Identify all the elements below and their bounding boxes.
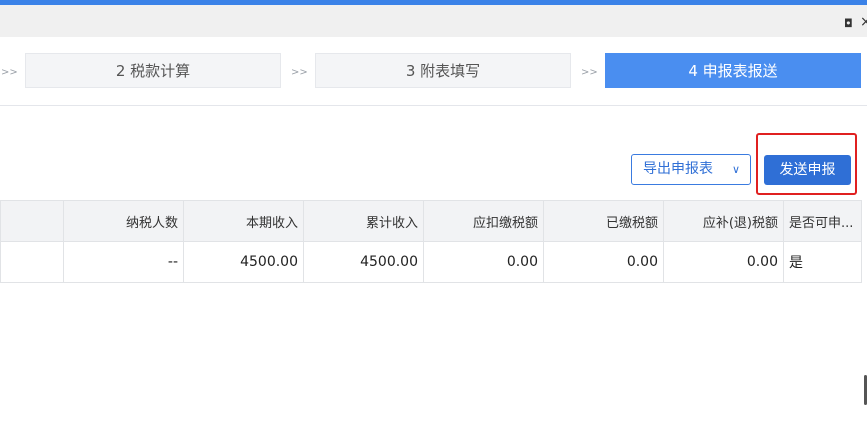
export-declaration-dropdown[interactable]: 导出申报表 ∨ xyxy=(631,154,751,185)
step-attachment-fill[interactable]: 3 附表填写 xyxy=(315,53,571,88)
cell-current-income: 4500.00 xyxy=(183,241,304,283)
highlight-box xyxy=(756,133,857,195)
cell-taxpayer-count: -- xyxy=(63,241,184,283)
table-header-row: 纳税人数 本期收入 累计收入 应扣缴税额 已缴税额 应补(退)税额 是否可申..… xyxy=(0,200,862,242)
table-row[interactable]: -- 4500.00 4500.00 0.00 0.00 0.00 是 xyxy=(0,241,862,283)
header-deductible-tax[interactable]: 应扣缴税额 xyxy=(423,200,544,242)
declaration-table: 纳税人数 本期收入 累计收入 应扣缴税额 已缴税额 应补(退)税额 是否可申..… xyxy=(0,200,862,283)
cell-cumulative-income: 4500.00 xyxy=(303,241,424,283)
cell-can-declare: 是 xyxy=(783,241,862,283)
cell-paid-tax: 0.00 xyxy=(543,241,664,283)
header-taxpayer-count[interactable]: 纳税人数 xyxy=(63,200,184,242)
close-icon[interactable]: × xyxy=(860,14,867,30)
step-declaration-submit[interactable]: 4 申报表报送 xyxy=(605,53,861,88)
step-separator: >> xyxy=(581,67,598,78)
cell-refund-tax: 0.00 xyxy=(663,241,784,283)
header-paid-tax[interactable]: 已缴税额 xyxy=(543,200,664,242)
table-cell xyxy=(0,241,64,283)
title-bar: ◘ × xyxy=(0,5,867,37)
cell-deductible-tax: 0.00 xyxy=(423,241,544,283)
header-cell xyxy=(0,200,64,242)
header-current-income[interactable]: 本期收入 xyxy=(183,200,304,242)
export-label: 导出申报表 xyxy=(643,161,713,177)
header-cumulative-income[interactable]: 累计收入 xyxy=(303,200,424,242)
header-can-declare[interactable]: 是否可申... xyxy=(783,200,862,242)
step-separator: >> xyxy=(1,67,18,78)
restore-icon[interactable]: ◘ xyxy=(844,17,853,30)
chevron-down-icon: ∨ xyxy=(731,163,740,176)
step-tax-calculation[interactable]: 2 税款计算 xyxy=(25,53,281,88)
step-separator: >> xyxy=(291,67,308,78)
header-refund-tax[interactable]: 应补(退)税额 xyxy=(663,200,784,242)
